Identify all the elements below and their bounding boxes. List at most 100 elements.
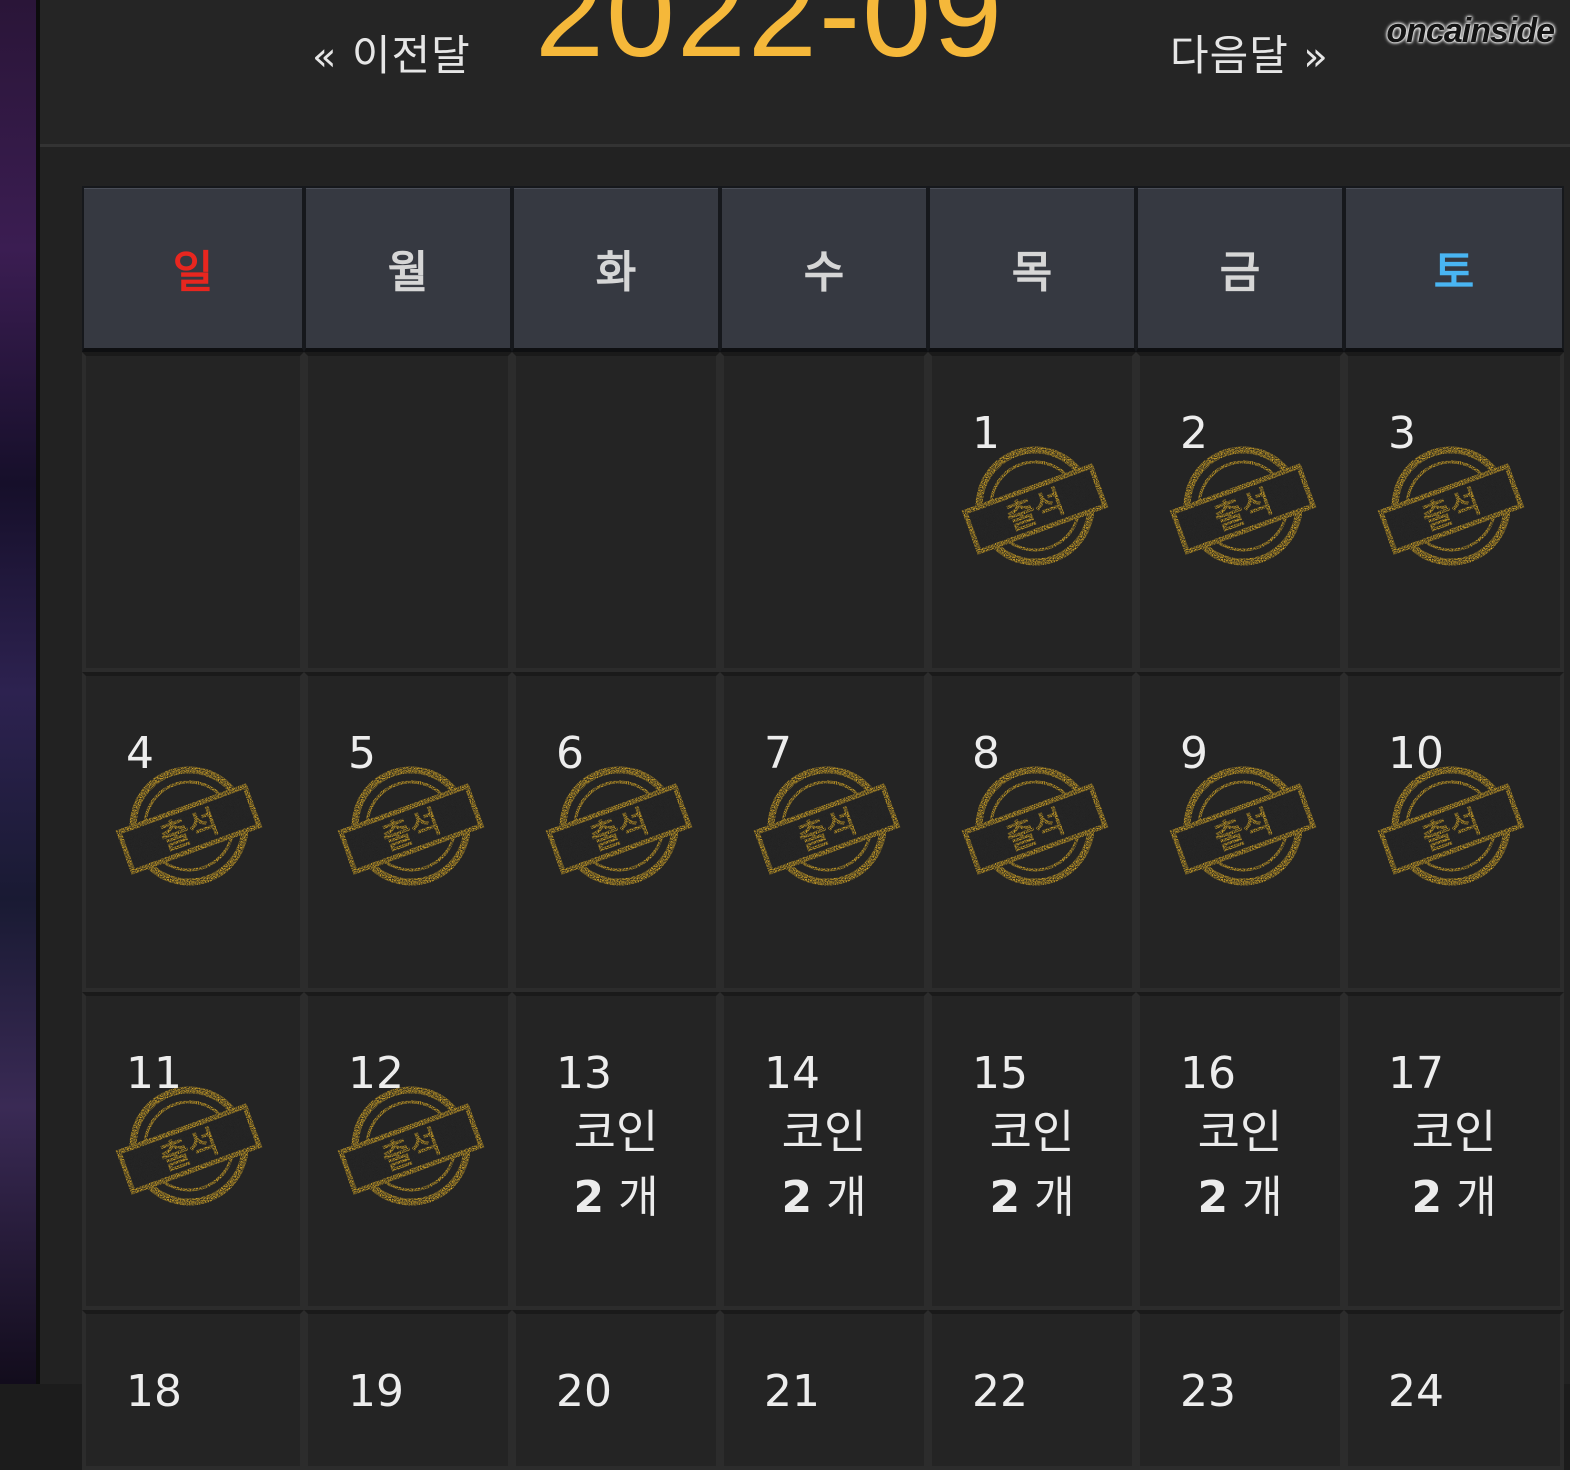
- background-artwork-strip: [0, 0, 40, 1384]
- day-number: 21: [764, 1366, 820, 1417]
- weekday-header-tue: 화: [512, 186, 720, 352]
- reward-unit: 개: [618, 1172, 659, 1223]
- double-chevron-left-icon: «: [312, 34, 338, 80]
- day-cell-4[interactable]: 4 출석: [82, 672, 304, 992]
- day-cell-2[interactable]: 2 출석: [1136, 352, 1344, 672]
- day-cell-6[interactable]: 6 출석: [512, 672, 720, 992]
- day-cell-16[interactable]: 16 코인 2 개: [1136, 992, 1344, 1310]
- day-cell-8[interactable]: 8 출석: [928, 672, 1136, 992]
- attendance-stamp-icon: 출석: [114, 764, 264, 896]
- attendance-stamp-icon: 출석: [960, 764, 1110, 896]
- reward-label: 코인: [1197, 1105, 1283, 1159]
- stamp-text: 출석: [1417, 802, 1485, 858]
- weekday-header-thu: 목: [928, 186, 1136, 352]
- next-month-label: 다음달: [1170, 31, 1289, 80]
- day-cell-empty: [304, 352, 512, 672]
- day-number: 16: [1180, 1048, 1236, 1099]
- stamp-text: 출석: [155, 802, 223, 858]
- reward-amount: 2: [1411, 1172, 1443, 1223]
- reward-count: 2 개: [1140, 1161, 1340, 1225]
- reward-unit: 개: [1456, 1172, 1497, 1223]
- day-cell-1[interactable]: 1 출석: [928, 352, 1136, 672]
- day-cell-empty: [512, 352, 720, 672]
- weekday-header-row: 일월화수목금토: [82, 186, 1570, 352]
- day-cell-9[interactable]: 9 출석: [1136, 672, 1344, 992]
- day-cell-24[interactable]: 24: [1344, 1310, 1564, 1470]
- prev-month-label: 이전달: [351, 31, 471, 80]
- reward-amount: 2: [989, 1172, 1021, 1223]
- stamp-text: 출석: [377, 1122, 445, 1178]
- attendance-stamp-icon: 출석: [1376, 764, 1526, 896]
- day-cell-22[interactable]: 22: [928, 1310, 1136, 1470]
- day-cell-5[interactable]: 5 출석: [304, 672, 512, 992]
- day-cell-19[interactable]: 19: [304, 1310, 512, 1470]
- month-title: 2022-09: [535, 0, 1005, 83]
- attendance-stamp-icon: 출석: [336, 1084, 486, 1216]
- weekday-header-fri: 금: [1136, 186, 1344, 352]
- stamp-text: 출석: [1209, 802, 1277, 858]
- reward-count: 2 개: [932, 1161, 1132, 1225]
- calendar-grid: 일월화수목금토 1 출석 2 출석 3 출석 4 출석 5 출석 6 출석 7 출석 8 출석 9 출석 10 출석 1…: [82, 186, 1570, 1470]
- weekday-header-wed: 수: [720, 186, 928, 352]
- attendance-stamp-icon: 출석: [544, 764, 694, 896]
- stamp-text: 출석: [585, 802, 653, 858]
- reward-unit: 개: [1242, 1172, 1283, 1223]
- stamp-text: 출석: [1417, 482, 1485, 538]
- day-number: 24: [1388, 1366, 1444, 1417]
- attendance-stamp-icon: 출석: [1168, 764, 1318, 896]
- calendar-week-row: 18 19 20 21 22 23 24: [82, 1310, 1570, 1470]
- reward-amount: 2: [573, 1172, 605, 1223]
- stamp-text: 출석: [1001, 482, 1069, 538]
- day-cell-13[interactable]: 13 코인 2 개: [512, 992, 720, 1310]
- calendar-week-row: 11 출석 12 출석 13 코인 2 개 14 코인 2 개 15 코인 2 개 16 코인 2 개 17 코인…: [82, 992, 1570, 1310]
- reward-amount: 2: [1197, 1172, 1229, 1223]
- day-number: 13: [556, 1048, 612, 1099]
- attendance-stamp-icon: 출석: [1376, 444, 1526, 576]
- reward-label: 코인: [989, 1105, 1075, 1159]
- day-number: 20: [556, 1366, 612, 1417]
- day-cell-15[interactable]: 15 코인 2 개: [928, 992, 1136, 1310]
- reward-unit: 개: [826, 1172, 867, 1223]
- calendar-week-row: 1 출석 2 출석 3 출석: [82, 352, 1570, 672]
- weekday-header-sun: 일: [82, 186, 304, 352]
- day-number: 19: [348, 1366, 404, 1417]
- stamp-text: 출석: [1001, 802, 1069, 858]
- attendance-stamp-icon: 출석: [114, 1084, 264, 1216]
- reward-count: 2 개: [1348, 1161, 1560, 1225]
- reward-count: 2 개: [724, 1161, 924, 1225]
- attendance-stamp-icon: 출석: [336, 764, 486, 896]
- day-cell-10[interactable]: 10 출석: [1344, 672, 1564, 992]
- attendance-stamp-icon: 출석: [1168, 444, 1318, 576]
- reward-label: 코인: [1411, 1105, 1497, 1159]
- calendar-weeks: 1 출석 2 출석 3 출석 4 출석 5 출석 6 출석 7 출석 8 출석 9 출석 10 출석 11 출석 12 출석 1…: [82, 352, 1570, 1470]
- attendance-stamp-icon: 출석: [752, 764, 902, 896]
- prev-month-link[interactable]: « 이전달: [312, 22, 471, 83]
- stamp-text: 출석: [155, 1122, 223, 1178]
- stamp-text: 출석: [377, 802, 445, 858]
- day-number: 18: [126, 1366, 182, 1417]
- day-cell-3[interactable]: 3 출석: [1344, 352, 1564, 672]
- day-cell-21[interactable]: 21: [720, 1310, 928, 1470]
- day-number: 22: [972, 1366, 1028, 1417]
- stamp-text: 출석: [1209, 482, 1277, 538]
- day-cell-23[interactable]: 23: [1136, 1310, 1344, 1470]
- reward-label: 코인: [781, 1105, 867, 1159]
- day-cell-18[interactable]: 18: [82, 1310, 304, 1470]
- day-cell-14[interactable]: 14 코인 2 개: [720, 992, 928, 1310]
- calendar-header: « 이전달 2022-09 다음달 »: [40, 0, 1570, 147]
- day-cell-empty: [82, 352, 304, 672]
- reward-unit: 개: [1034, 1172, 1075, 1223]
- weekday-header-sat: 토: [1344, 186, 1564, 352]
- day-cell-11[interactable]: 11 출석: [82, 992, 304, 1310]
- attendance-stamp-icon: 출석: [960, 444, 1110, 576]
- day-number: 17: [1388, 1048, 1444, 1099]
- day-cell-17[interactable]: 17 코인 2 개: [1344, 992, 1564, 1310]
- day-cell-12[interactable]: 12 출석: [304, 992, 512, 1310]
- day-cell-20[interactable]: 20: [512, 1310, 720, 1470]
- weekday-header-mon: 월: [304, 186, 512, 352]
- next-month-link[interactable]: 다음달 »: [1170, 22, 1329, 83]
- day-number: 23: [1180, 1366, 1236, 1417]
- day-number: 15: [972, 1048, 1028, 1099]
- day-cell-7[interactable]: 7 출석: [720, 672, 928, 992]
- calendar-week-row: 4 출석 5 출석 6 출석 7 출석 8 출석 9 출석 10 출석: [82, 672, 1570, 992]
